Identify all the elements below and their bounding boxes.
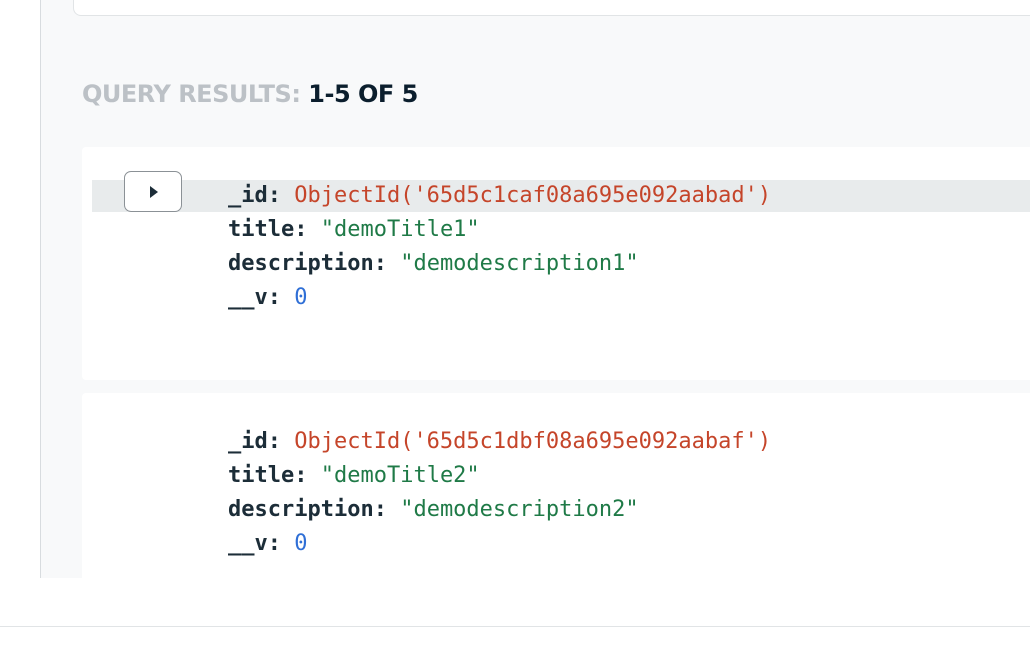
results-header: QUERY RESULTS: 1-5 OF 5 — [82, 80, 418, 108]
results-count: 1-5 OF 5 — [308, 80, 418, 108]
play-icon — [150, 185, 158, 198]
results-label: QUERY RESULTS: — [82, 80, 301, 108]
field-row-id: _id: ObjectId('65d5c1caf08a695e092aabad'… — [228, 179, 771, 213]
document-card[interactable]: _id: ObjectId('65d5c1dbf08a695e092aabaf'… — [82, 393, 1030, 578]
document-fields: _id: ObjectId('65d5c1caf08a695e092aabad'… — [228, 179, 771, 315]
results-panel: QUERY RESULTS: 1-5 OF 5 _id: ObjectId('6… — [41, 0, 1030, 578]
field-row-description: description: "demodescription2" — [228, 493, 771, 527]
field-key: title: — [228, 217, 308, 242]
field-row-title: title: "demoTitle1" — [228, 213, 771, 247]
document-fields: _id: ObjectId('65d5c1dbf08a695e092aabaf'… — [228, 425, 771, 561]
field-value[interactable]: "demodescription1" — [400, 251, 638, 276]
field-key: __v: — [228, 531, 281, 556]
field-key: description: — [228, 251, 387, 276]
document-card[interactable]: _id: ObjectId('65d5c1caf08a695e092aabad'… — [82, 147, 1030, 380]
field-value[interactable]: ObjectId('65d5c1caf08a695e092aabad') — [294, 183, 771, 208]
field-row-id: _id: ObjectId('65d5c1dbf08a695e092aabaf'… — [228, 425, 771, 459]
field-row-version: __v: 0 — [228, 281, 771, 315]
field-row-description: description: "demodescription1" — [228, 247, 771, 281]
field-value[interactable]: 0 — [294, 285, 307, 310]
field-row-title: title: "demoTitle2" — [228, 459, 771, 493]
field-key: _id: — [228, 183, 281, 208]
field-key: __v: — [228, 285, 281, 310]
query-results-page: QUERY RESULTS: 1-5 OF 5 _id: ObjectId('6… — [0, 0, 1030, 658]
field-value[interactable]: 0 — [294, 531, 307, 556]
field-row-version: __v: 0 — [228, 527, 771, 561]
query-bar[interactable] — [73, 0, 1030, 16]
field-key: _id: — [228, 429, 281, 454]
field-value[interactable]: ObjectId('65d5c1dbf08a695e092aabaf') — [294, 429, 771, 454]
field-key: description: — [228, 497, 387, 522]
footer-divider — [0, 626, 1030, 627]
field-value[interactable]: "demoTitle1" — [321, 217, 480, 242]
field-key: title: — [228, 463, 308, 488]
expand-document-button[interactable] — [124, 171, 182, 212]
field-value[interactable]: "demoTitle2" — [321, 463, 480, 488]
field-value[interactable]: "demodescription2" — [400, 497, 638, 522]
